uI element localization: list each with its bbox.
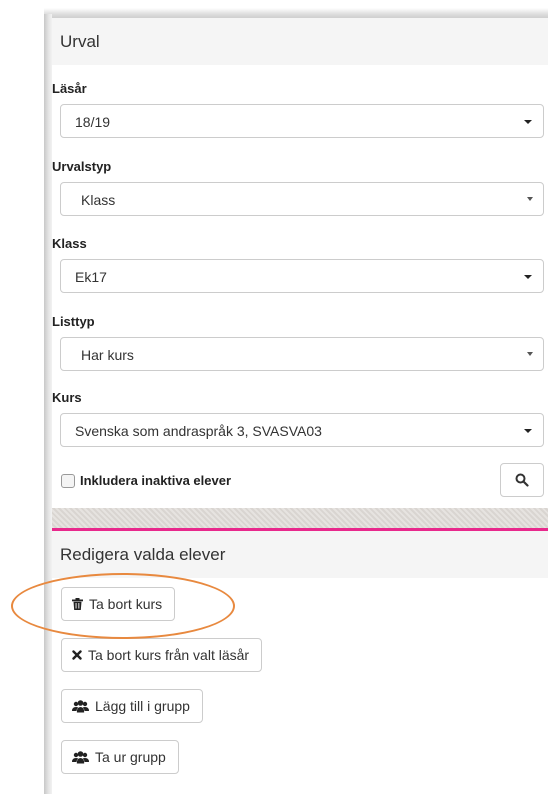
window-left-shadow (44, 14, 52, 794)
close-icon (72, 650, 82, 660)
section-divider (52, 508, 548, 528)
edit-section-title: Redigera valda elever (52, 531, 548, 578)
urvalstyp-select[interactable]: Klass (60, 182, 544, 216)
include-inactive-label: Inkludera inaktiva elever (80, 473, 232, 488)
trash-icon (72, 598, 83, 610)
remove-course-label: Ta bort kurs (89, 596, 163, 612)
klass-select[interactable]: Ek17 (60, 259, 544, 293)
listtyp-value: Har kurs (81, 347, 134, 363)
remove-course-year-button[interactable]: Ta bort kurs från valt läsår (61, 638, 263, 672)
klass-value: Ek17 (75, 269, 107, 285)
selection-panel: Urval Läsår 18/19 Urvalstyp Klass Klass … (52, 18, 548, 794)
lasar-label: Läsår (52, 81, 87, 96)
urvalstyp-value: Klass (81, 192, 116, 208)
search-icon (515, 473, 529, 487)
kurs-value: Svenska som andraspråk 3, SVASVA03 (75, 423, 322, 439)
chevron-down-icon (527, 352, 533, 356)
lasar-select[interactable]: 18/19 (60, 104, 544, 138)
add-to-group-button[interactable]: Lägg till i grupp (61, 689, 203, 723)
add-to-group-label: Lägg till i grupp (95, 698, 190, 714)
users-icon (72, 750, 89, 764)
remove-course-year-label: Ta bort kurs från valt läsår (88, 647, 250, 663)
search-button[interactable] (500, 463, 544, 497)
chevron-down-icon (524, 275, 532, 279)
kurs-label: Kurs (52, 390, 82, 405)
listtyp-select[interactable]: Har kurs (60, 337, 544, 371)
lasar-value: 18/19 (75, 114, 111, 130)
include-inactive-checkbox[interactable] (61, 474, 75, 488)
window-top-shadow (44, 8, 548, 18)
remove-course-button[interactable]: Ta bort kurs (61, 587, 176, 621)
kurs-select[interactable]: Svenska som andraspråk 3, SVASVA03 (60, 413, 544, 447)
remove-from-group-button[interactable]: Ta ur grupp (61, 740, 179, 774)
chevron-down-icon (524, 429, 532, 433)
klass-label: Klass (52, 236, 87, 251)
panel-title: Urval (52, 18, 548, 65)
listtyp-label: Listtyp (52, 314, 95, 329)
urvalstyp-label: Urvalstyp (52, 159, 112, 174)
users-icon (72, 699, 89, 713)
remove-from-group-label: Ta ur grupp (95, 749, 166, 765)
chevron-down-icon (527, 197, 533, 201)
chevron-down-icon (524, 120, 532, 124)
